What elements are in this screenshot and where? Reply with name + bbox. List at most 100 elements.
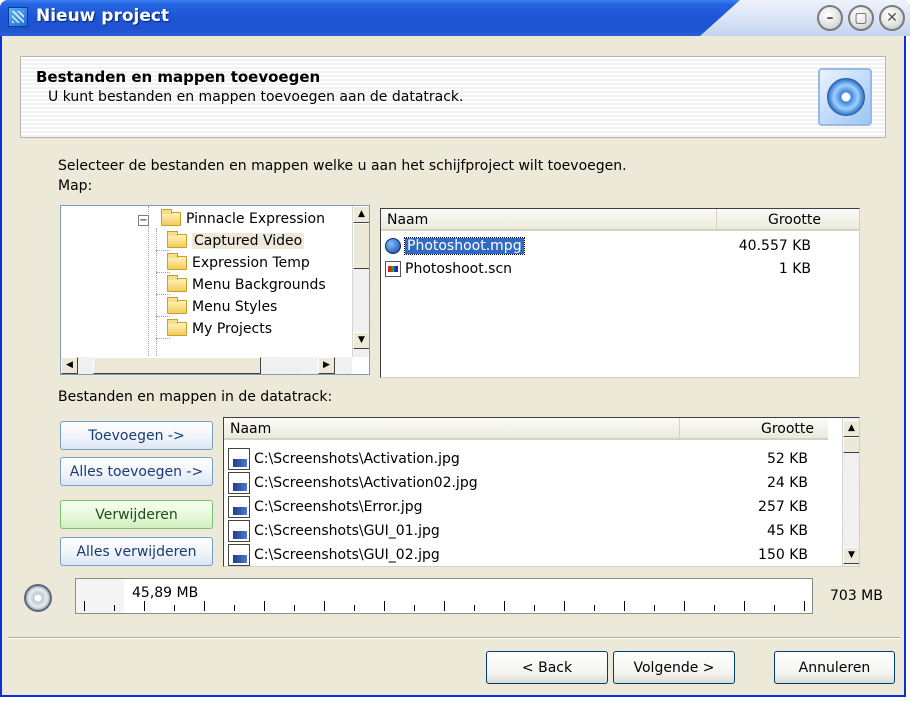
folder-open-icon bbox=[167, 231, 187, 248]
tree-horizontal-scrollbar[interactable]: ◀ ▶ bbox=[61, 357, 352, 374]
image-file-icon bbox=[228, 544, 250, 566]
header-title: Bestanden en mappen toevoegen bbox=[36, 68, 321, 86]
folder-icon bbox=[167, 297, 187, 314]
capacity-tick bbox=[324, 601, 325, 611]
video-file-icon bbox=[385, 238, 401, 254]
table-row[interactable]: C:\Screenshots\GUI_02.jpg bbox=[228, 544, 440, 566]
capacity-tick bbox=[774, 605, 775, 611]
capacity-tick bbox=[114, 605, 115, 611]
collapse-icon[interactable]: − bbox=[138, 215, 149, 226]
cancel-button[interactable]: Annuleren bbox=[774, 651, 895, 684]
file-size: 24 KB bbox=[766, 475, 808, 491]
capacity-used-label: 45,89 MB bbox=[132, 585, 199, 601]
datatrack-list[interactable]: Naam Grootte C:\Screenshots\Activation.j… bbox=[223, 417, 860, 567]
minimize-button[interactable]: – bbox=[817, 5, 843, 31]
scroll-thumb[interactable] bbox=[353, 223, 369, 269]
capacity-tick bbox=[84, 601, 85, 611]
list-item[interactable]: Photoshoot.mpg bbox=[385, 235, 525, 257]
tree-item-my-projects[interactable]: My Projects bbox=[167, 318, 272, 340]
tree-item-menu-backgrounds[interactable]: Menu Backgrounds bbox=[167, 274, 326, 296]
add-button[interactable]: Toevoegen -> bbox=[60, 421, 213, 450]
window-title: Nieuw project bbox=[36, 6, 170, 26]
disc-capacity-icon bbox=[24, 584, 52, 612]
capacity-tick bbox=[654, 605, 655, 611]
remove-button[interactable]: Verwijderen bbox=[60, 500, 213, 529]
column-header-size[interactable]: Grootte bbox=[680, 418, 828, 440]
capacity-tick bbox=[354, 605, 355, 611]
table-row[interactable]: C:\Screenshots\Activation02.jpg bbox=[228, 472, 478, 494]
add-all-button[interactable]: Alles toevoegen -> bbox=[60, 457, 213, 486]
folder-open-icon bbox=[161, 209, 181, 226]
table-row[interactable]: C:\Screenshots\Activation.jpg bbox=[228, 448, 460, 470]
scroll-down-icon[interactable]: ▼ bbox=[843, 547, 859, 564]
remove-all-button[interactable]: Alles verwijderen bbox=[60, 537, 213, 566]
capacity-total-label: 703 MB bbox=[830, 588, 883, 604]
capacity-tick bbox=[144, 601, 145, 611]
next-button[interactable]: Volgende > bbox=[613, 651, 735, 684]
separator bbox=[8, 637, 900, 639]
file-size: 40.557 KB bbox=[738, 238, 811, 254]
file-size: 45 KB bbox=[766, 523, 808, 539]
scene-file-icon bbox=[385, 261, 401, 277]
file-size: 150 KB bbox=[758, 547, 808, 563]
table-row[interactable]: C:\Screenshots\GUI_01.jpg bbox=[228, 520, 440, 542]
scroll-up-icon[interactable]: ▲ bbox=[843, 420, 859, 437]
folder-icon bbox=[167, 319, 187, 336]
column-header-name[interactable]: Naam bbox=[224, 418, 680, 440]
capacity-tick bbox=[594, 605, 595, 611]
capacity-tick bbox=[234, 605, 235, 611]
maximize-button[interactable]: ▢ bbox=[848, 5, 874, 31]
map-label: Map: bbox=[58, 178, 93, 194]
image-file-icon bbox=[228, 520, 250, 542]
tree-vertical-scrollbar[interactable]: ▲ ▼ bbox=[352, 206, 369, 357]
back-button[interactable]: < Back bbox=[486, 651, 608, 684]
datatrack-vertical-scrollbar[interactable]: ▲ ▼ bbox=[842, 418, 859, 566]
capacity-tick bbox=[804, 601, 805, 611]
tree-item-menu-styles[interactable]: Menu Styles bbox=[167, 296, 277, 318]
image-file-icon bbox=[228, 496, 250, 518]
folder-icon bbox=[167, 253, 187, 270]
table-row[interactable]: C:\Screenshots\Error.jpg bbox=[228, 496, 423, 518]
capacity-tick bbox=[174, 605, 175, 611]
close-icon: ✕ bbox=[886, 10, 898, 26]
capacity-tick bbox=[744, 601, 745, 611]
scroll-thumb[interactable] bbox=[843, 437, 859, 453]
column-header-size[interactable]: Grootte bbox=[717, 209, 831, 231]
capacity-tick bbox=[444, 601, 445, 611]
header-subtitle: U kunt bestanden en mappen toevoegen aan… bbox=[48, 89, 464, 105]
minimize-icon: – bbox=[826, 10, 834, 26]
scroll-thumb[interactable] bbox=[93, 357, 261, 374]
datatrack-label: Bestanden en mappen in de datatrack: bbox=[58, 389, 333, 405]
folder-tree[interactable]: Pinnacle Expression Captured Video Expre… bbox=[60, 205, 370, 375]
list-item[interactable]: Photoshoot.scn bbox=[385, 258, 512, 280]
tree-item-captured-video[interactable]: Captured Video bbox=[167, 230, 305, 252]
scroll-left-icon[interactable]: ◀ bbox=[61, 357, 78, 374]
maximize-icon: ▢ bbox=[854, 10, 868, 26]
file-size: 1 KB bbox=[778, 261, 811, 277]
capacity-tick bbox=[624, 601, 625, 611]
app-icon bbox=[8, 7, 28, 27]
instruction-text: Selecteer de bestanden en mappen welke u… bbox=[58, 158, 627, 174]
tree-item-pinnacle-expression[interactable]: Pinnacle Expression bbox=[161, 208, 325, 230]
capacity-tick bbox=[534, 605, 535, 611]
file-size: 52 KB bbox=[766, 451, 808, 467]
scroll-down-icon[interactable]: ▼ bbox=[353, 332, 369, 349]
image-file-icon bbox=[228, 472, 250, 494]
column-header-name[interactable]: Naam bbox=[381, 209, 717, 231]
capacity-tick bbox=[204, 601, 205, 611]
image-file-icon bbox=[228, 448, 250, 470]
capacity-tick bbox=[504, 601, 505, 611]
tree-item-expression-temp[interactable]: Expression Temp bbox=[167, 252, 310, 274]
column-header-filler bbox=[831, 209, 859, 231]
file-size: 257 KB bbox=[758, 499, 808, 515]
capacity-tick bbox=[714, 605, 715, 611]
capacity-tick bbox=[684, 601, 685, 611]
scroll-right-icon[interactable]: ▶ bbox=[318, 357, 335, 374]
capacity-tick bbox=[384, 601, 385, 611]
scroll-up-icon[interactable]: ▲ bbox=[353, 206, 369, 223]
close-button[interactable]: ✕ bbox=[879, 5, 905, 31]
capacity-tick bbox=[474, 605, 475, 611]
capacity-tick bbox=[264, 601, 265, 611]
capacity-tick bbox=[294, 605, 295, 611]
file-list[interactable]: Naam Grootte Photoshoot.mpg 40.557 KB Ph… bbox=[380, 208, 860, 378]
